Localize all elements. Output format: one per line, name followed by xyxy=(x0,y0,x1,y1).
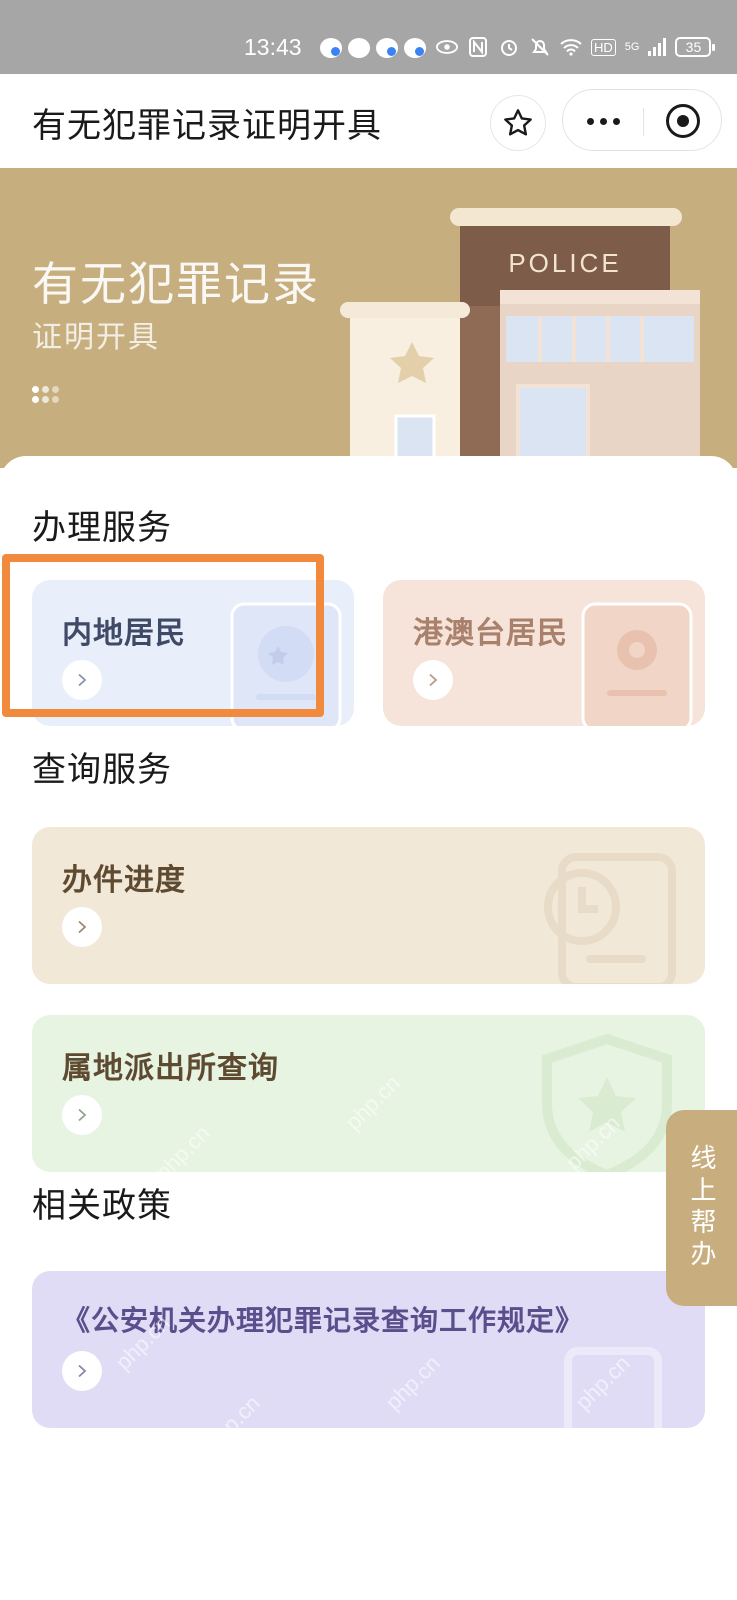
card-mainland-resident[interactable]: 内地居民 xyxy=(32,580,354,726)
nfc-icon xyxy=(467,36,489,58)
banner-subtitle: 证明开具 xyxy=(32,320,160,355)
notification-icons xyxy=(320,38,426,58)
police-station-illustration: POLICE xyxy=(340,208,700,468)
banner-title: 有无犯罪记录 xyxy=(32,257,320,311)
signal-icon xyxy=(648,38,667,56)
card-label: 内地居民 xyxy=(62,616,186,651)
police-sign: POLICE xyxy=(508,248,621,278)
document-icon xyxy=(564,1347,662,1428)
online-help-label: 线上帮办 xyxy=(686,1144,716,1272)
card-label: 港澳台居民 xyxy=(413,616,568,651)
travel-permit-icon xyxy=(581,602,693,726)
chevron-right-icon xyxy=(62,1351,102,1391)
clock-document-icon xyxy=(544,853,676,984)
system-icons: HD 5G 35 xyxy=(436,36,716,58)
status-time: 13:43 xyxy=(244,34,302,60)
status-bar: 13:43 HD 5G 35 xyxy=(0,0,737,74)
app-notification-icon xyxy=(320,38,342,58)
card-application-progress[interactable]: 办件进度 xyxy=(32,827,705,984)
favorite-button[interactable] xyxy=(490,95,546,151)
star-icon xyxy=(504,109,532,136)
section-title-handle: 办理服务 xyxy=(32,508,172,548)
battery-level: 35 xyxy=(685,39,702,55)
chat-bubble-icon xyxy=(348,38,370,58)
shield-star-icon xyxy=(542,1033,672,1172)
mini-program-header: 有无犯罪记录证明开具 xyxy=(0,74,737,168)
hero-banner: 有无犯罪记录 证明开具 POLICE xyxy=(0,168,737,468)
card-hk-macao-taiwan-resident[interactable]: 港澳台居民 xyxy=(383,580,705,726)
app-notification-icon xyxy=(376,38,398,58)
card-label: 《公安机关办理犯罪记录查询工作规定》 xyxy=(62,1304,585,1337)
wifi-icon xyxy=(560,36,582,58)
app-notification-icon xyxy=(404,38,426,58)
battery-icon: 35 xyxy=(675,37,716,57)
chevron-right-icon xyxy=(413,660,453,700)
page-title: 有无犯罪记录证明开具 xyxy=(32,106,382,146)
section-title-query: 查询服务 xyxy=(32,750,172,790)
carousel-indicator xyxy=(32,386,64,406)
capsule-menu xyxy=(562,89,722,151)
eye-icon xyxy=(436,36,458,58)
chevron-right-icon xyxy=(62,660,102,700)
id-card-icon xyxy=(230,602,342,726)
alarm-icon xyxy=(498,36,520,58)
chevron-right-icon xyxy=(62,907,102,947)
online-help-button[interactable]: 线上帮办 xyxy=(666,1110,737,1306)
chevron-right-icon xyxy=(62,1095,102,1135)
target-close-icon xyxy=(666,104,700,138)
network-label: 5G xyxy=(624,41,640,53)
card-policy-regulation[interactable]: 《公安机关办理犯罪记录查询工作规定》 xyxy=(32,1271,705,1428)
mute-icon xyxy=(529,36,551,58)
card-label: 属地派出所查询 xyxy=(62,1051,279,1086)
card-label: 办件进度 xyxy=(62,863,186,898)
more-dots-icon xyxy=(586,117,594,125)
hd-badge: HD xyxy=(591,38,616,56)
close-button[interactable] xyxy=(643,90,723,152)
more-button[interactable] xyxy=(563,90,643,152)
section-title-policy: 相关政策 xyxy=(32,1186,172,1226)
card-local-police-station-lookup[interactable]: 属地派出所查询 xyxy=(32,1015,705,1172)
